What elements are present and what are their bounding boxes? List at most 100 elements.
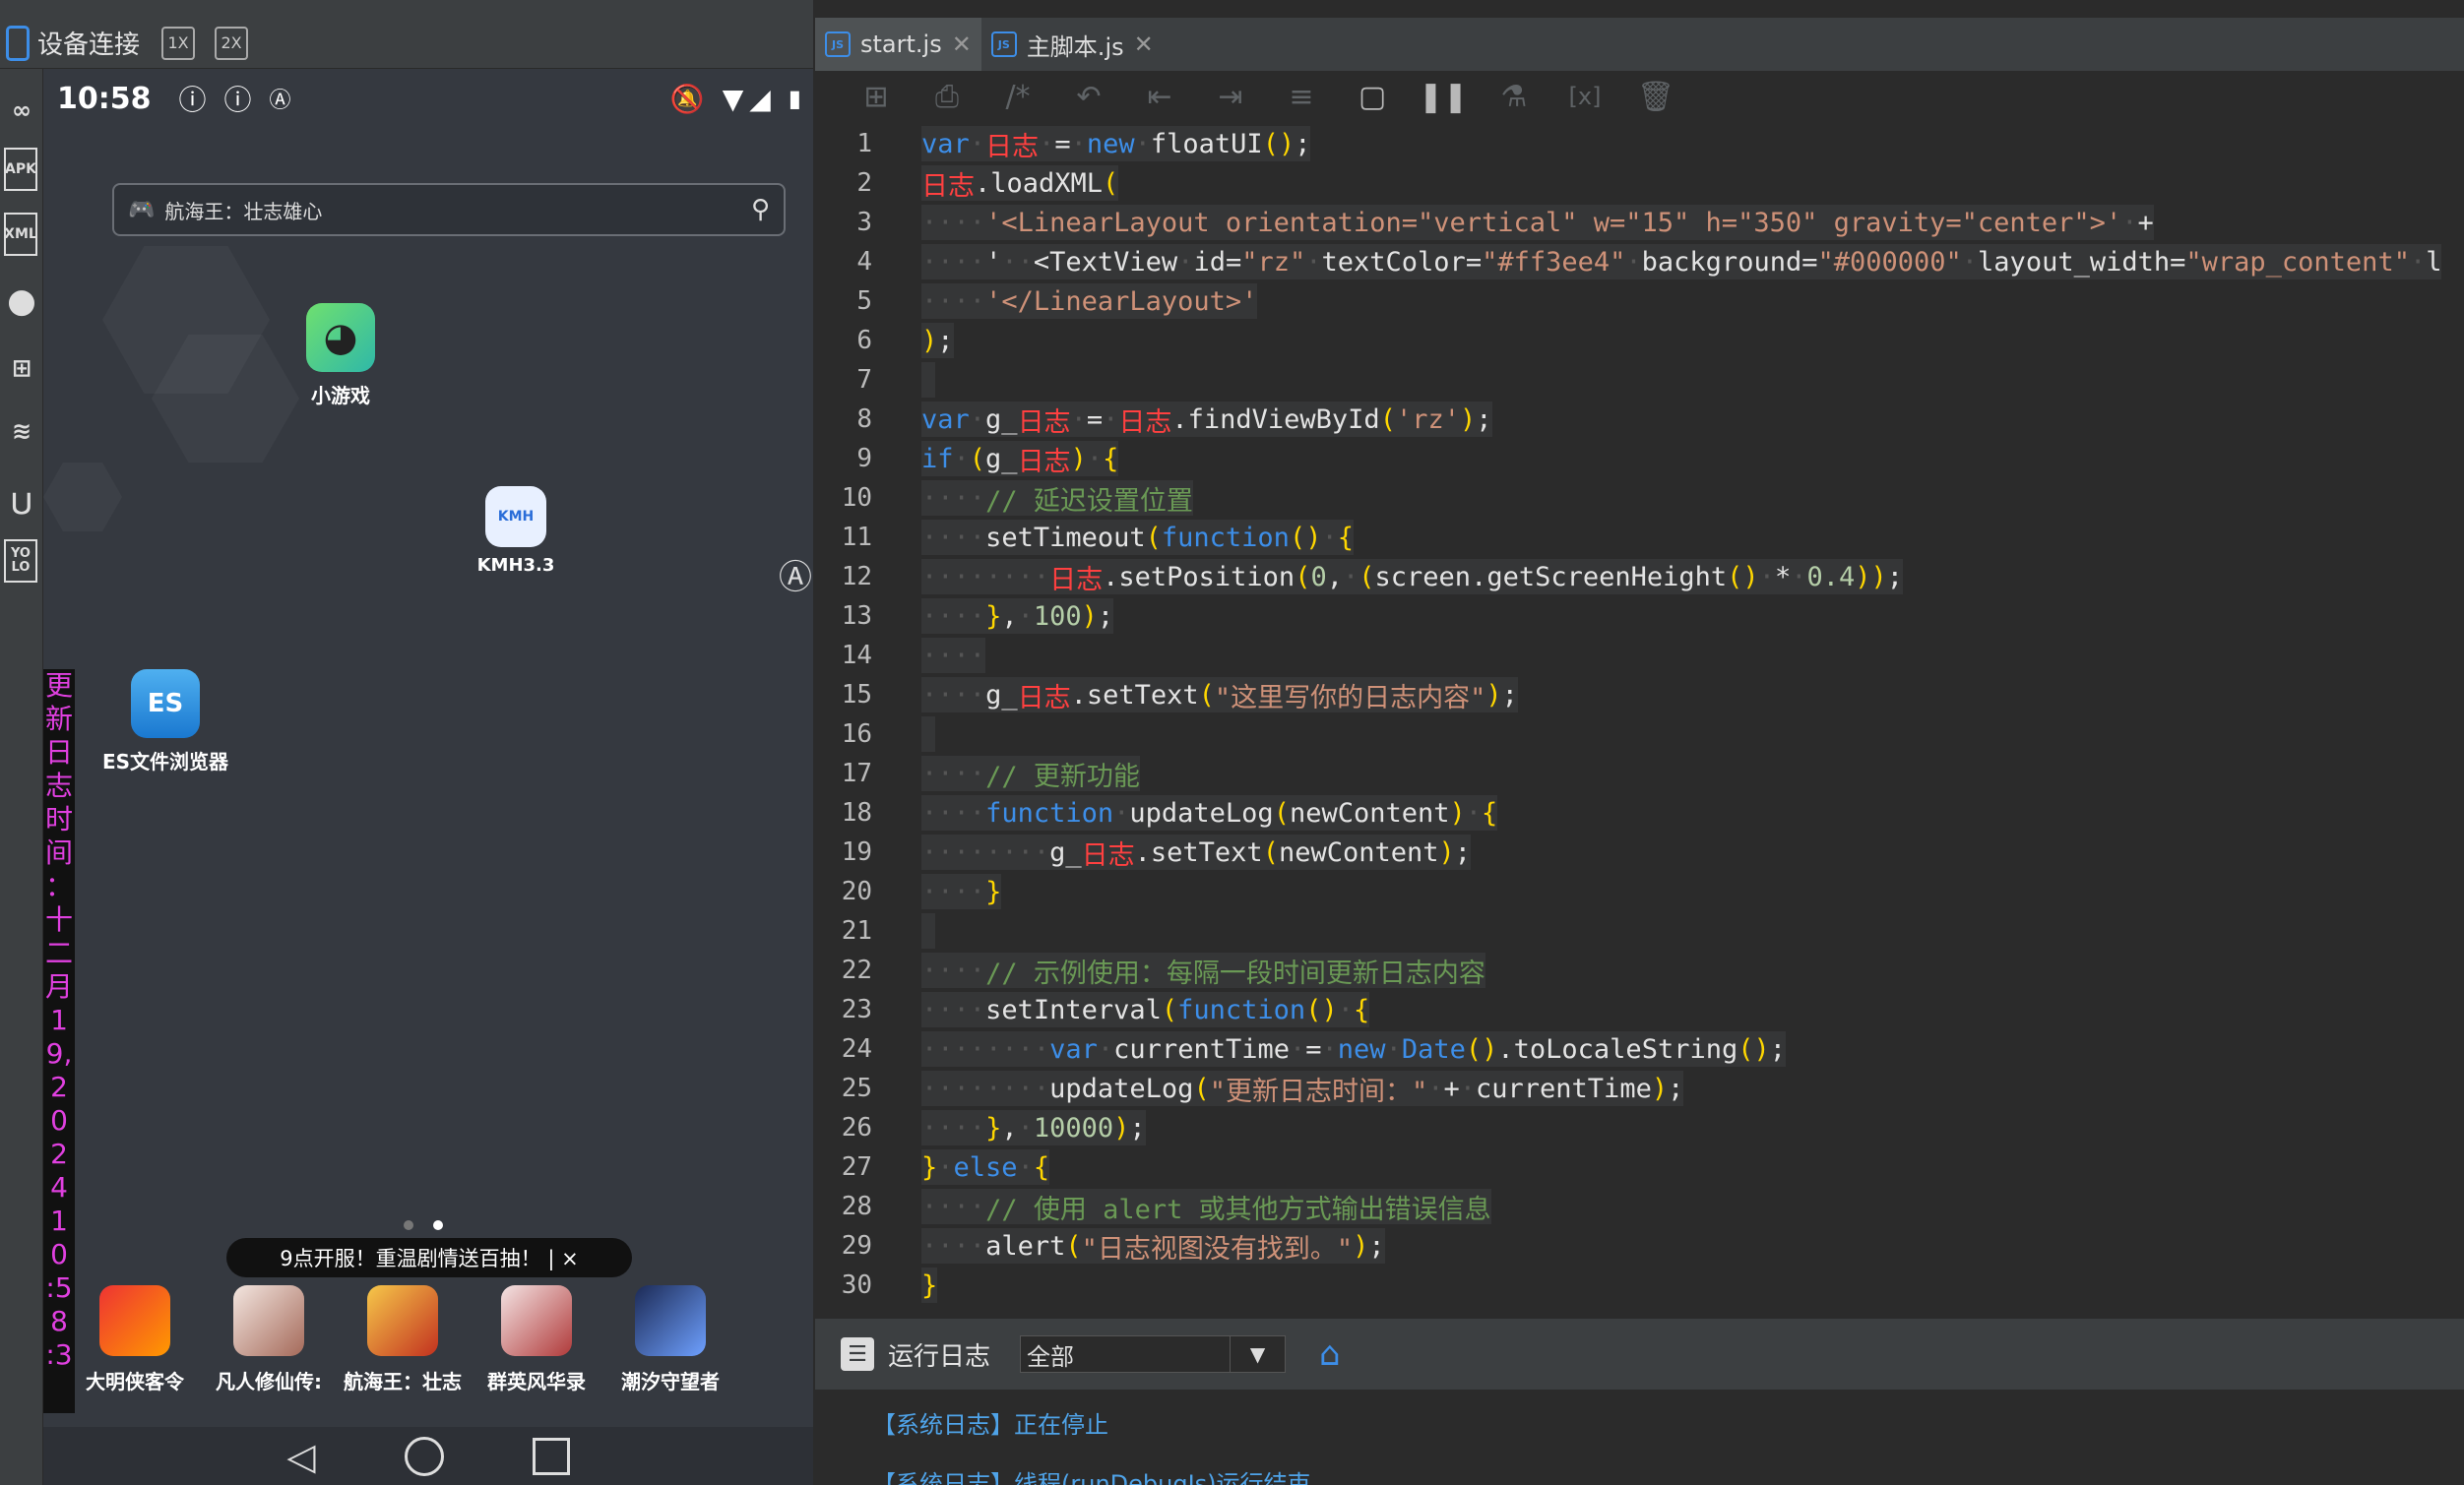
chevron-down-icon[interactable]: ▼ (1230, 1336, 1285, 1372)
code-line[interactable]: 30} (815, 1266, 2464, 1305)
phone-screen[interactable]: 10:58 ⓘ ⓘ Ⓐ 🔕 ▼ ◢ ▮ 🎮 航海王：壮志雄心 ⚲ ◕ 小游戏 K… (43, 69, 813, 1485)
log-char: 1 (50, 1004, 68, 1036)
code-text: · · · ·} (921, 874, 1002, 909)
promo-banner[interactable]: 9点开服！重温剧情送百抽！ | × (226, 1238, 632, 1277)
palette-icon[interactable]: ● (2, 274, 41, 329)
dock-app[interactable]: 航海王：壮志 (339, 1285, 467, 1394)
line-number: 19 (841, 837, 872, 867)
status-clock: 10:58 (57, 81, 152, 116)
usb-icon[interactable]: ⋃ (2, 474, 41, 529)
phone-nav-bar: ◁ (43, 1427, 813, 1485)
yolo-icon[interactable]: YO LO (4, 539, 37, 583)
code-line[interactable]: 16 (815, 714, 2464, 754)
scale-2x-button[interactable]: 2X (215, 26, 249, 60)
code-text: · · · · '</LinearLayout>' (921, 283, 1258, 319)
app-mini-games[interactable]: ◕ 小游戏 (272, 303, 410, 408)
log-filter-select[interactable]: 全部 ▼ (1020, 1335, 1287, 1373)
flask-icon[interactable]: ⚗ (1479, 75, 1549, 118)
code-line[interactable]: 21 (815, 911, 2464, 951)
code-line[interactable]: 14 · · · · (815, 636, 2464, 675)
code-line[interactable]: 2 日志 .loadXML( (815, 163, 2464, 203)
code-line[interactable]: 28 · · · ·// 使用 alert 或其他方式输出错误信息 (815, 1187, 2464, 1226)
tab-label: start.js (860, 31, 942, 58)
close-icon[interactable]: ✕ (952, 31, 972, 58)
undo-icon[interactable]: ↶ (1053, 75, 1124, 118)
stop-icon[interactable]: ▢ (1337, 75, 1408, 118)
clear-log-icon[interactable]: ⌂ (1319, 1334, 1341, 1374)
code-line[interactable]: 26 · · · ·}, · 10000); (815, 1108, 2464, 1147)
home-icon[interactable] (404, 1436, 444, 1476)
code-line[interactable]: 10 · · · ·// 延迟设置位置 (815, 478, 2464, 518)
line-number: 4 (856, 247, 872, 277)
line-number: 25 (841, 1074, 872, 1103)
code-line[interactable]: 17 · · · ·// 更新功能 (815, 754, 2464, 793)
code-line[interactable]: 12 · · · · · · · · 日志 .setPosition(0, ·(screen.getS… (815, 557, 2464, 596)
back-icon[interactable]: ◁ (286, 1435, 315, 1478)
floating-assist-icon[interactable]: Ⓐ (778, 551, 813, 597)
link-icon[interactable]: ∞ (2, 83, 41, 138)
code-line[interactable]: 27} · else ·{ (815, 1147, 2464, 1187)
app-label: 群英风华录 (487, 1370, 586, 1393)
line-number: 22 (841, 956, 872, 985)
dock-app[interactable]: 凡人修仙传: (205, 1285, 333, 1394)
code-line[interactable]: 5 · · · · '</LinearLayout>' (815, 281, 2464, 321)
log-line: 【系统日志】正在停止 (872, 1411, 1108, 1439)
variables-icon[interactable]: [x] (1549, 75, 1620, 118)
code-line[interactable]: 9 if ·(g_ 日志) ·{ (815, 439, 2464, 478)
line-number: 17 (841, 759, 872, 788)
code-line[interactable]: 4 · · · · ' · · <TextView · id= "rz" · textColor= "#ff… (815, 242, 2464, 281)
code-line[interactable]: 7 (815, 360, 2464, 400)
list-icon: ☰ (841, 1337, 874, 1371)
print-icon[interactable]: ⎙ (912, 75, 982, 118)
wifi-icon[interactable]: ≋ (2, 403, 41, 459)
tree-icon[interactable]: ⊞ (2, 340, 41, 396)
mini-games-icon: ◕ (306, 303, 375, 372)
code-line[interactable]: 11 · · · · setTimeout(function() ·{ (815, 518, 2464, 557)
dock-app[interactable]: 群英风华录 (473, 1285, 600, 1394)
code-text: · · · · ' · · <TextView · id= "rz" · textColor= "#ff3… (921, 244, 2442, 279)
format-icon[interactable]: ≡ (1266, 75, 1337, 118)
line-number: 12 (841, 562, 872, 591)
xml-icon[interactable]: XML (4, 213, 37, 256)
page-indicator (404, 1220, 443, 1230)
indent-icon[interactable]: ⇥ (1195, 75, 1266, 118)
dock-app[interactable]: 潮汐守望者 (606, 1285, 734, 1394)
dock-app[interactable]: 大明侠客令 (71, 1285, 199, 1394)
code-line[interactable]: 29 · · · · alert("日志视图没有找到。"); (815, 1226, 2464, 1266)
tab-main-script[interactable]: JS 主脚本.js ✕ (981, 18, 1164, 71)
code-text: · · · · alert("日志视图没有找到。"); (921, 1228, 1385, 1265)
search-bar[interactable]: 🎮 航海王：壮志雄心 ⚲ (112, 183, 786, 236)
code-line[interactable]: 15 · · · · g_ 日志 .setText("这里写你的日志内容"); (815, 675, 2464, 714)
search-icon[interactable]: ⚲ (751, 195, 770, 224)
code-editor[interactable]: 1 var · 日志 · = · new · floatUI(); 2 日志 .loadXML(3 · · ·… (815, 124, 2464, 1317)
code-line[interactable]: 8 var · g_ 日志 · = · 日志 .findViewById('rz'); (815, 400, 2464, 439)
device-panel-title: 设备连接 (37, 31, 141, 60)
app-label: 航海王：壮志 (344, 1370, 462, 1393)
code-line[interactable]: 13 · · · ·}, · 100); (815, 596, 2464, 636)
code-line[interactable]: 3 · · · · '<LinearLayout orientation="vertica… (815, 203, 2464, 242)
comment-icon[interactable]: /* (982, 75, 1053, 118)
code-line[interactable]: 19 · · · · · · · · g_ 日志 .setText(newContent); (815, 833, 2464, 872)
add-icon[interactable]: ⊞ (841, 75, 912, 118)
code-line[interactable]: 24 · · · · · · · · var · currentTime · = · new · Date() .t… (815, 1029, 2464, 1069)
log-char: :5 (45, 1271, 73, 1304)
scale-1x-button[interactable]: 1X (161, 26, 196, 60)
code-line[interactable]: 6); (815, 321, 2464, 360)
es-file-icon: ES (131, 669, 200, 738)
tab-start-js[interactable]: JS start.js ✕ (815, 18, 981, 71)
code-text: · · · · · · · · updateLog("更新日志时间：" · + · currentTim… (921, 1071, 1684, 1107)
app-kmh[interactable]: KMH KMH3.3 (447, 486, 585, 576)
app-es-file-explorer[interactable]: ES ES文件浏览器 (96, 669, 234, 774)
code-line[interactable]: 1 var · 日志 · = · new · floatUI(); (815, 124, 2464, 163)
code-line[interactable]: 20 · · · ·} (815, 872, 2464, 911)
recents-icon[interactable] (532, 1437, 570, 1475)
code-line[interactable]: 25 · · · · · · · · updateLog("更新日志时间：" · + · currentT… (815, 1069, 2464, 1108)
outdent-icon[interactable]: ⇤ (1124, 75, 1195, 118)
close-icon[interactable]: ✕ (1134, 31, 1154, 58)
apk-icon[interactable]: APK (4, 148, 37, 191)
code-line[interactable]: 22 · · · ·// 示例使用：每隔一段时间更新日志内容 (815, 951, 2464, 990)
pause-icon[interactable]: ❚❚ (1408, 75, 1479, 118)
code-line[interactable]: 18 · · · · function · updateLog(newContent) ·{ (815, 793, 2464, 833)
code-line[interactable]: 23 · · · · setInterval(function() ·{ (815, 990, 2464, 1029)
delete-icon[interactable]: 🗑 (1620, 75, 1691, 118)
